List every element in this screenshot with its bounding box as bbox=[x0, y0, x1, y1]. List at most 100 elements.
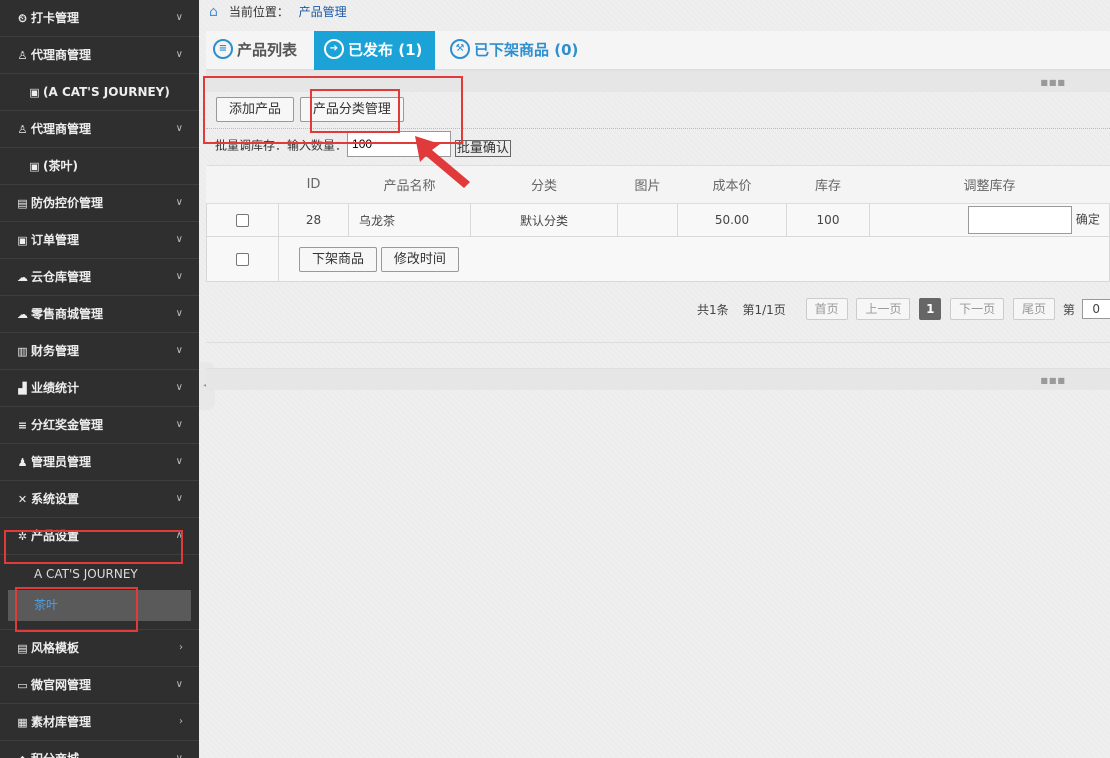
badge-icon: ▣ bbox=[29, 86, 40, 99]
tools-icon: ✕ bbox=[17, 493, 28, 506]
sidebar-item-items-8[interactable]: ☁ 零售商城管理 ∨ bbox=[0, 296, 199, 333]
wrench-icon: ⚒ bbox=[450, 38, 470, 59]
col-category: 分类 bbox=[470, 165, 618, 204]
chevron-down-icon: ∨ bbox=[175, 271, 183, 282]
submenu-item[interactable]: A CAT'S JOURNEY bbox=[0, 559, 199, 590]
batch-label: 批量调库存：输入数量： bbox=[215, 138, 348, 153]
sidebar-item-items_after-3[interactable]: ◆积分商城 ∨ bbox=[0, 741, 199, 758]
col-cost: 成本价 bbox=[677, 165, 787, 204]
sidebar-item-items-6[interactable]: ▣ 订单管理 ∨ bbox=[0, 222, 199, 259]
table-header-row: ID 产品名称 分类 图片 成本价 库存 调整库存 bbox=[206, 165, 1110, 204]
first-page-button[interactable]: 首页 bbox=[805, 298, 848, 320]
pager-pages: 第1/1页 bbox=[742, 302, 786, 317]
admin-icon: ♟ bbox=[17, 456, 28, 469]
panel-header-bar: ■■■ bbox=[206, 70, 1110, 92]
chevron-down-icon: ∨ bbox=[176, 741, 183, 758]
take-offline-button[interactable]: 下架商品 bbox=[299, 246, 378, 272]
tab-offline[interactable]: ⚒ 已下架商品 (0) bbox=[442, 31, 592, 70]
sidebar-item-items-2[interactable]: ▣ (A CAT'S JOURNEY) bbox=[0, 74, 199, 111]
sidebar-item-items-10[interactable]: ▟ 业绩统计 ∨ bbox=[0, 370, 199, 407]
chevron-down-icon: ∨ bbox=[175, 197, 183, 208]
sidebar-item-items-1[interactable]: ♙ 代理商管理 ∨ bbox=[0, 37, 199, 74]
sidebar-item-items-11[interactable]: ≡ 分红奖金管理 ∨ bbox=[0, 407, 199, 444]
adjust-confirm-link[interactable]: 确定 bbox=[1076, 213, 1100, 227]
sidebar-item-items-7[interactable]: ☁ 云仓库管理 ∨ bbox=[0, 259, 199, 296]
modify-time-button[interactable]: 修改时间 bbox=[380, 246, 459, 272]
chevron-up-icon: ∧ bbox=[175, 530, 183, 541]
goto-page-input[interactable]: 0 bbox=[1081, 299, 1110, 319]
tab-published[interactable]: ➔ 已发布 (1) bbox=[314, 31, 435, 70]
sidebar-item-items-5[interactable]: ▤ 防伪控价管理 ∨ bbox=[0, 185, 199, 222]
sidebar-item-items_after-1[interactable]: ▭ 微官网管理 ∨ bbox=[0, 667, 199, 704]
arrow-right-circle-icon: ➔ bbox=[324, 38, 344, 59]
window-controls-icon[interactable]: ■■■ bbox=[1040, 376, 1066, 385]
submenu-item[interactable]: 茶叶 bbox=[8, 590, 191, 621]
badge-icon: ▣ bbox=[29, 160, 40, 173]
cell-cost: 50.00 bbox=[677, 203, 787, 237]
sidebar-item-label: 产品设置 bbox=[31, 529, 80, 543]
window-controls-icon[interactable]: ■■■ bbox=[1040, 78, 1066, 87]
sidebar-item-label: 风格模板 bbox=[31, 641, 80, 655]
current-page[interactable]: 1 bbox=[919, 298, 942, 320]
home-icon[interactable]: ⌂ bbox=[209, 3, 225, 21]
table-action-row: 下架商品 修改时间 bbox=[206, 236, 1110, 282]
cell-category: 默认分类 bbox=[470, 203, 618, 237]
shield-icon: ▤ bbox=[17, 197, 28, 210]
sidebar-item-items-0[interactable]: ⏲ 打卡管理 ∨ bbox=[0, 0, 199, 37]
points-icon: ◆ bbox=[16, 742, 29, 758]
sidebar-item-items_after-2[interactable]: ▦ 素材库管理 › bbox=[0, 704, 199, 741]
toolbar: 添加产品 产品分类管理 bbox=[216, 97, 404, 122]
product-table: ID 产品名称 分类 图片 成本价 库存 调整库存 28 乌龙茶 默认分类 50… bbox=[206, 165, 1110, 282]
row-checkbox[interactable] bbox=[236, 214, 249, 227]
sidebar-item-label: 业绩统计 bbox=[31, 381, 80, 395]
chevron-down-icon: ∨ bbox=[175, 234, 183, 245]
batch-quantity-input[interactable] bbox=[347, 131, 452, 157]
breadcrumb-prefix: 当前位置： bbox=[228, 5, 289, 19]
chevron-down-icon: ∨ bbox=[175, 419, 183, 430]
batch-confirm-button[interactable]: 批量确认 bbox=[454, 139, 511, 157]
prev-page-button[interactable]: 上一页 bbox=[856, 298, 911, 320]
sidebar: ⏲ 打卡管理 ∨ ♙ 代理商管理 ∨ ▣ (A CAT'S JOURNEY) ♙ 代理商管理 ∨ ▣(… bbox=[0, 0, 199, 758]
sidebar-item-label: 订单管理 bbox=[31, 233, 80, 247]
chevron-down-icon: ∨ bbox=[175, 123, 183, 134]
sidebar-item-items-3[interactable]: ♙ 代理商管理 ∨ bbox=[0, 111, 199, 148]
sidebar-item-items-4[interactable]: ▣ (茶叶) bbox=[0, 148, 199, 185]
sidebar-item-label: 系统设置 bbox=[31, 492, 80, 506]
adjust-stock-input[interactable] bbox=[968, 206, 1072, 234]
chevron-down-icon: ∨ bbox=[175, 12, 183, 23]
database-icon: ≡ bbox=[17, 419, 28, 432]
sidebar-item-items-12[interactable]: ♟ 管理员管理 ∨ bbox=[0, 444, 199, 481]
sidebar-item-items-9[interactable]: ▥ 财务管理 ∨ bbox=[0, 333, 199, 370]
last-page-button[interactable]: 尾页 bbox=[1012, 298, 1055, 320]
select-all-cell bbox=[206, 236, 279, 282]
sidebar-item-label: 代理商管理 bbox=[31, 122, 92, 136]
col-stock: 库存 bbox=[786, 165, 870, 204]
tab-product-list[interactable]: ≡ 产品列表 bbox=[210, 31, 311, 70]
sidebar-item-label: (茶叶) bbox=[43, 159, 78, 173]
breadcrumb: ⌂ 当前位置： 产品管理 bbox=[209, 3, 347, 21]
sidebar-item-label: 防伪控价管理 bbox=[31, 196, 104, 210]
goto-prefix: 第 bbox=[1062, 302, 1075, 317]
cell-name: 乌龙茶 bbox=[348, 203, 471, 237]
select-all-checkbox[interactable] bbox=[236, 253, 249, 266]
next-page-button[interactable]: 下一页 bbox=[950, 298, 1005, 320]
category-manage-button[interactable]: 产品分类管理 bbox=[299, 97, 404, 122]
sidebar-item-items_after-0[interactable]: ▤ 风格模板 › bbox=[0, 630, 199, 667]
breadcrumb-location[interactable]: 产品管理 bbox=[299, 5, 347, 19]
row-select-cell bbox=[206, 203, 279, 237]
layout-icon: ▤ bbox=[17, 642, 28, 655]
monitor-icon: ▭ bbox=[17, 679, 28, 692]
cell-stock: 100 bbox=[786, 203, 870, 237]
col-adjust: 调整库存 bbox=[869, 165, 1110, 204]
sidebar-item-label: 代理商管理 bbox=[31, 48, 92, 62]
sidebar-item-label: 微官网管理 bbox=[31, 678, 92, 692]
sidebar-item-items-14[interactable]: ✲ 产品设置 ∧ bbox=[0, 518, 199, 555]
cloud-icon: ☁ bbox=[17, 308, 28, 321]
gear-icon: ✲ bbox=[17, 530, 28, 543]
table-row: 28 乌龙茶 默认分类 50.00 100 确定 bbox=[206, 203, 1110, 237]
panel-footer-bar: ■■■ bbox=[206, 368, 1110, 390]
clipboard-icon: ▦ bbox=[17, 716, 28, 729]
chevron-down-icon: ∨ bbox=[175, 308, 183, 319]
add-product-button[interactable]: 添加产品 bbox=[216, 97, 295, 122]
sidebar-item-items-13[interactable]: ✕ 系统设置 ∨ bbox=[0, 481, 199, 518]
